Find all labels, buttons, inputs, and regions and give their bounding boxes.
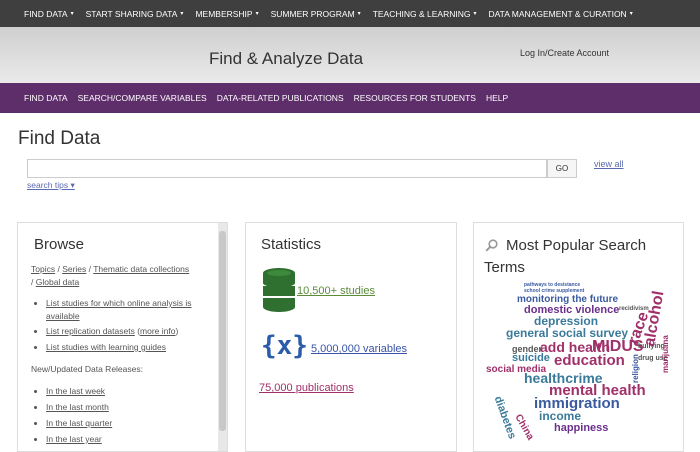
chevron-down-icon: ▾ — [70, 11, 74, 17]
page-header: Find & Analyze Data Log In/Create Accoun… — [0, 27, 700, 83]
bullet-icon — [34, 390, 37, 393]
topnav-label: START SHARING DATA — [85, 8, 178, 19]
thematic-collections-link[interactable]: Thematic data collections — [93, 264, 189, 274]
last-year-link[interactable]: In the last year — [46, 434, 102, 444]
chevron-down-icon: ▾ — [357, 11, 361, 17]
top-navigation: FIND DATA ▾ START SHARING DATA ▾ MEMBERSHI… — [0, 0, 700, 27]
global-data-link[interactable]: Global data — [36, 277, 79, 287]
topnav-membership[interactable]: MEMBERSHIP ▾ — [195, 9, 258, 19]
subnav-help[interactable]: HELP — [486, 93, 508, 103]
more-info-link[interactable]: more info — [140, 326, 175, 336]
view-all-link[interactable]: view all — [594, 159, 624, 169]
variables-link[interactable]: 5,000,000 variables — [311, 343, 407, 355]
subnav-search-compare-variables[interactable]: SEARCH/COMPARE VARIABLES — [78, 93, 207, 103]
chevron-down-icon: ▾ — [629, 11, 633, 17]
bullet-icon — [34, 438, 37, 441]
studies-link[interactable]: 10,500+ studies — [297, 285, 375, 297]
browse-categories: Topics / Series / Thematic data collecti… — [31, 263, 216, 289]
search-tips-link[interactable]: search tips ▾ — [27, 180, 75, 191]
scrollbar[interactable] — [218, 223, 227, 451]
topics-link[interactable]: Topics — [31, 264, 55, 274]
word-cloud-term[interactable]: suicide — [512, 353, 550, 364]
browse-title: Browse — [34, 236, 85, 253]
word-cloud-term[interactable]: religion — [631, 354, 640, 383]
database-icon — [262, 268, 296, 312]
subnav-find-data[interactable]: FIND DATA — [24, 93, 68, 103]
last-month-link[interactable]: In the last month — [46, 402, 109, 412]
word-cloud-term[interactable]: gender — [512, 345, 542, 354]
bullet-icon — [34, 422, 37, 425]
topnav-teaching-learning[interactable]: TEACHING & LEARNING ▾ — [373, 9, 477, 19]
subnav-data-related-publications[interactable]: DATA-RELATED PUBLICATIONS — [217, 93, 344, 103]
popular-search-terms-panel: Most Popular Search Terms pathways to de… — [473, 222, 684, 452]
section-navigation: FIND DATA SEARCH/COMPARE VARIABLES DATA-… — [0, 83, 700, 113]
list-learning-guides-link[interactable]: List studies with learning guides — [46, 342, 166, 352]
list-item: List replication datasets (more info) — [34, 325, 219, 338]
topnav-label: FIND DATA — [24, 8, 68, 19]
chevron-down-icon: ▾ — [180, 11, 184, 17]
chevron-down-icon: ▾ — [473, 11, 477, 17]
word-cloud-term[interactable]: marijuana — [661, 335, 670, 373]
search-input[interactable] — [27, 159, 547, 178]
series-link[interactable]: Series — [62, 264, 86, 274]
login-link[interactable]: Log In/Create Account — [520, 48, 609, 58]
list-item: List studies with learning guides — [34, 341, 219, 354]
list-online-analysis-link[interactable]: List studies for which online analysis i… — [46, 298, 192, 321]
list-replication-link[interactable]: List replication datasets — [46, 326, 135, 336]
bullet-icon — [34, 302, 37, 305]
page-title: Find & Analyze Data — [209, 49, 364, 68]
statistics-title: Statistics — [261, 236, 322, 253]
topnav-label: DATA MANAGEMENT & CURATION — [488, 8, 627, 19]
topnav-data-management[interactable]: DATA MANAGEMENT & CURATION ▾ — [488, 9, 632, 19]
list-item: In the last month — [34, 401, 109, 414]
new-releases-heading: New/Updated Data Releases: — [31, 364, 143, 374]
chevron-down-icon: ▾ — [255, 11, 259, 17]
search-icon — [485, 239, 498, 252]
topnav-label: MEMBERSHIP — [195, 8, 253, 19]
last-quarter-link[interactable]: In the last quarter — [46, 418, 112, 428]
topnav-label: TEACHING & LEARNING — [372, 8, 471, 19]
scrollbar-thumb[interactable] — [219, 231, 226, 431]
topnav-summer-program[interactable]: SUMMER PROGRAM ▾ — [271, 9, 361, 19]
topnav-label: SUMMER PROGRAM — [270, 8, 355, 19]
last-week-link[interactable]: In the last week — [46, 386, 105, 396]
bullet-icon — [34, 330, 37, 333]
word-cloud-term[interactable]: income — [539, 410, 581, 422]
go-button[interactable]: GO — [547, 159, 577, 178]
list-item: In the last quarter — [34, 417, 112, 430]
subnav-resources-for-students[interactable]: RESOURCES FOR STUDENTS — [354, 93, 476, 103]
list-item: In the last week — [34, 385, 105, 398]
publications-link[interactable]: 75,000 publications — [259, 382, 354, 394]
variables-icon: {x} — [261, 331, 308, 361]
popular-title-line2: Terms — [484, 259, 525, 276]
topnav-start-sharing-data[interactable]: START SHARING DATA ▾ — [86, 9, 184, 19]
list-item: In the last year — [34, 433, 102, 446]
list-item: List studies for which online analysis i… — [34, 297, 214, 323]
topnav-find-data[interactable]: FIND DATA ▾ — [24, 9, 74, 19]
find-data-heading: Find Data — [18, 128, 101, 149]
popular-title: Most Popular Search — [506, 237, 647, 254]
word-cloud-term[interactable]: happiness — [554, 423, 608, 434]
browse-panel: Browse Topics / Series / Thematic data c… — [17, 222, 228, 452]
bullet-icon — [34, 406, 37, 409]
word-cloud-term[interactable]: education — [554, 353, 625, 368]
bullet-icon — [34, 346, 37, 349]
word-cloud-term[interactable]: recidivism — [619, 306, 649, 312]
word-cloud-term[interactable]: China — [512, 413, 535, 443]
word-cloud: pathways to desistance school crime suppl… — [484, 283, 674, 443]
statistics-panel: Statistics 10,500+ studies {x} 5,000,000… — [245, 222, 457, 452]
